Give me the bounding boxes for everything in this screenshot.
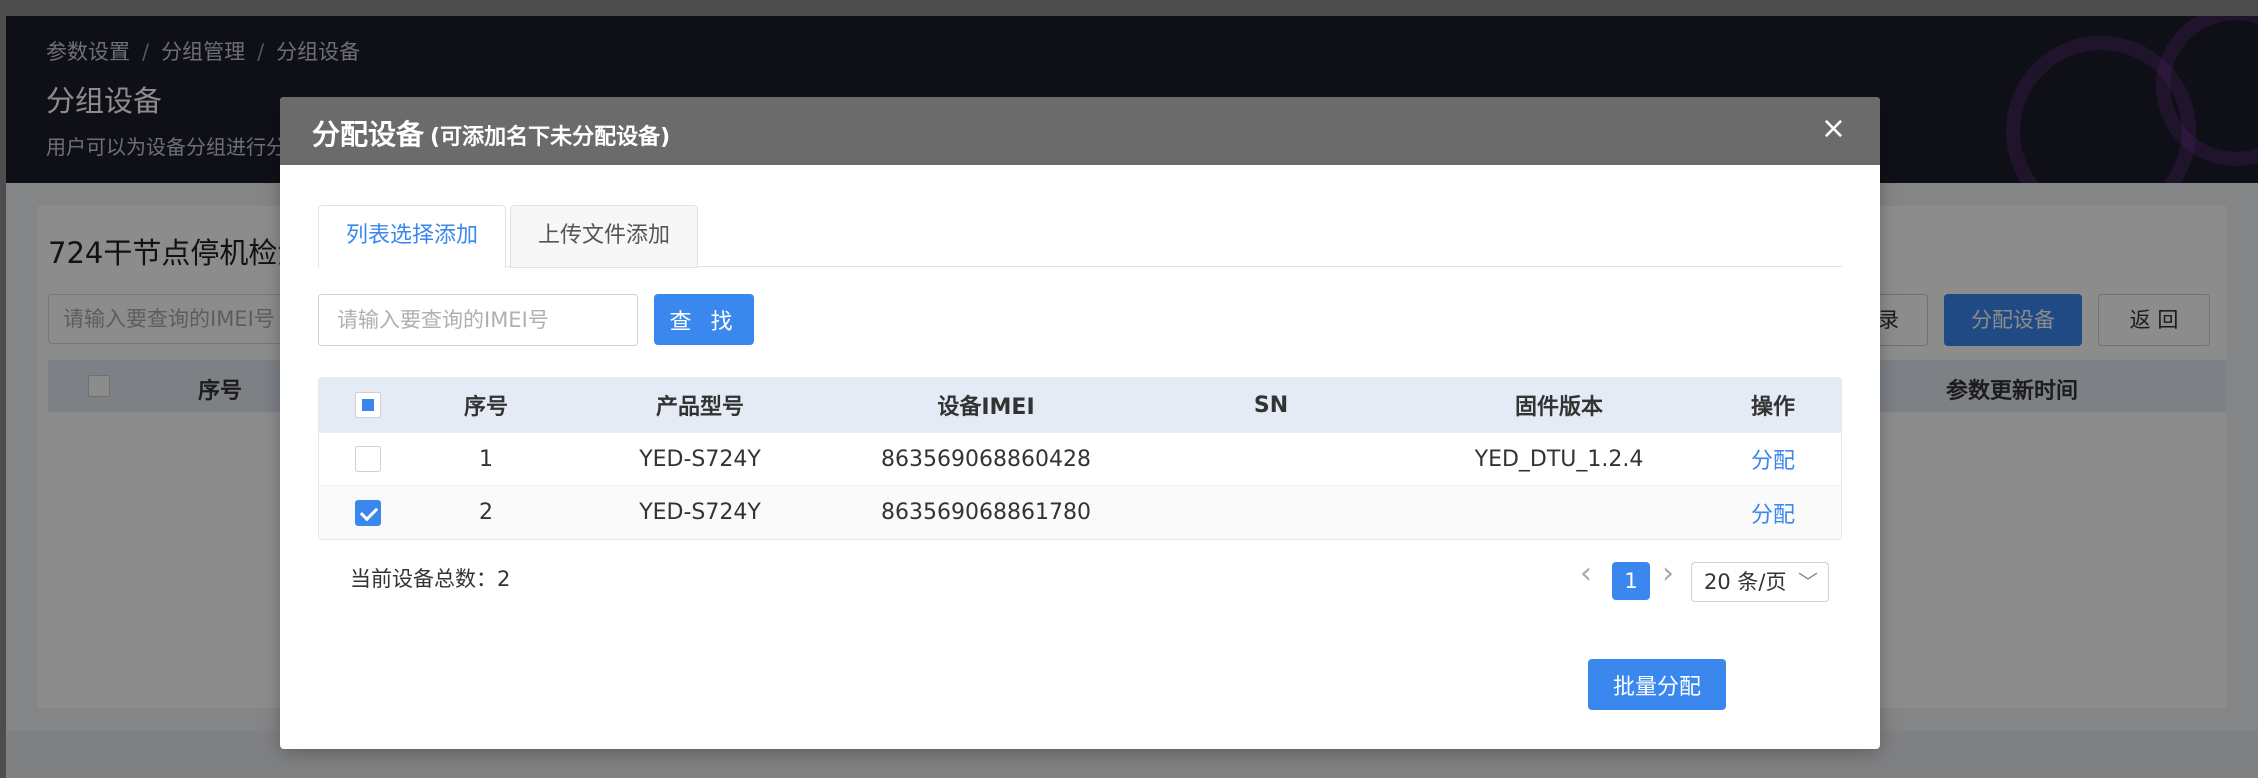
cell-sn (1127, 433, 1415, 485)
cell-index: 2 (479, 500, 493, 525)
pagination-page-current[interactable]: 1 (1612, 562, 1650, 600)
modal-title-text: 分配设备 (312, 118, 425, 151)
select-all-cell (319, 378, 417, 432)
cell-model: YED-S724Y (639, 500, 761, 525)
tab-list-select[interactable]: 列表选择添加 (318, 205, 506, 268)
column-header-firmware: 固件版本 (1514, 395, 1603, 420)
row-select-cell (319, 486, 417, 539)
row-checkbox[interactable] (355, 499, 381, 526)
table-row: 2 YED-S724Y 863569068861780 分配 (319, 486, 1841, 539)
cell-imei: 863569068860428 (881, 446, 1091, 472)
cell-imei: 863569068861780 (881, 500, 1091, 525)
row-checkbox[interactable] (355, 446, 381, 472)
column-header-imei: 设备IMEI (937, 395, 1035, 420)
column-header-action: 操作 (1750, 395, 1795, 420)
modal-tabs: 列表选择添加 上传文件添加 (318, 205, 1842, 268)
column-header-model: 产品型号 (655, 395, 744, 420)
device-total-label: 当前设备总数：2 (350, 567, 511, 591)
cell-firmware: YED_DTU_1.2.4 (1474, 446, 1644, 472)
search-button[interactable]: 查 找 (654, 294, 754, 345)
cell-sn (1127, 486, 1415, 539)
modal-subtitle: (可添加名下未分配设备) (430, 125, 671, 150)
chevron-left-icon[interactable]: ‹ (1580, 558, 1592, 590)
device-table: 序号 产品型号 设备IMEI SN 固件版本 操作 1 YED-S724Y 86… (318, 377, 1842, 540)
table-header-row: 序号 产品型号 设备IMEI SN 固件版本 操作 (319, 378, 1841, 433)
page-size-select[interactable]: 20 条/页 ﹀ (1691, 562, 1829, 602)
assign-device-modal: 分配设备(可添加名下未分配设备) × 列表选择添加 上传文件添加 查 找 序号 … (280, 97, 1880, 749)
page-size-value: 20 条/页 (1704, 570, 1787, 594)
cell-firmware (1415, 486, 1703, 539)
cell-model: YED-S724Y (639, 446, 761, 472)
column-header-sn: SN (1253, 392, 1289, 418)
assign-link[interactable]: 分配 (1703, 486, 1841, 539)
imei-search-input[interactable] (318, 294, 638, 346)
assign-link[interactable]: 分配 (1703, 433, 1841, 485)
chevron-down-icon: ﹀ (1798, 570, 1818, 594)
table-row: 1 YED-S724Y 863569068860428 YED_DTU_1.2.… (319, 433, 1841, 486)
row-select-cell (319, 433, 417, 485)
column-header-index: 序号 (463, 395, 508, 420)
batch-assign-button[interactable]: 批量分配 (1588, 659, 1726, 710)
tab-upload-file[interactable]: 上传文件添加 (510, 205, 698, 268)
close-icon[interactable]: × (1821, 111, 1846, 147)
modal-title: 分配设备 (可添加名下未分配设备) (312, 113, 670, 153)
chevron-right-icon[interactable]: › (1662, 558, 1674, 590)
cell-index: 1 (479, 446, 493, 472)
modal-header: 分配设备 (可添加名下未分配设备) × (280, 97, 1880, 165)
select-all-checkbox[interactable] (355, 392, 381, 418)
